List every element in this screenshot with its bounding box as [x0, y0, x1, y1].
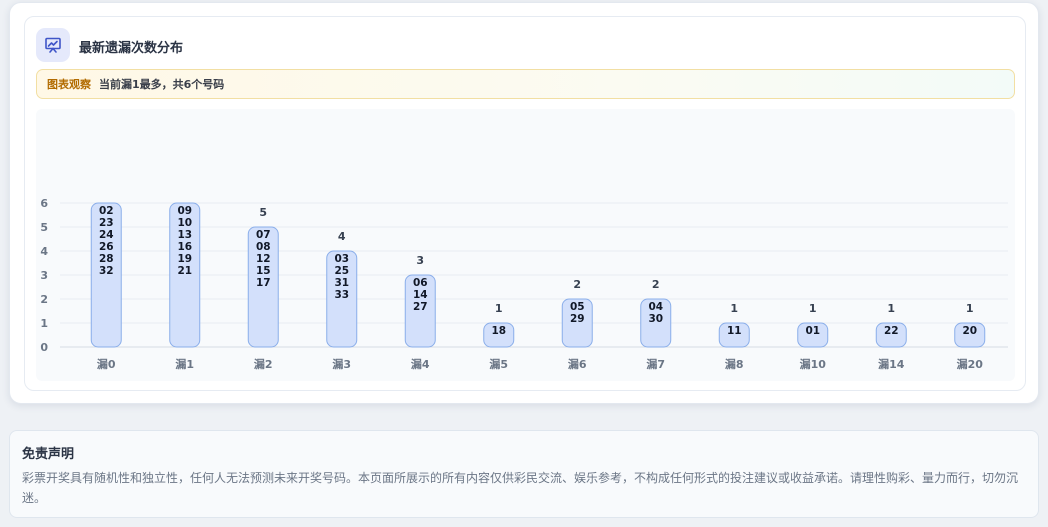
y-tick-label: 0 — [40, 341, 48, 354]
x-tick-label: 漏5 — [489, 357, 508, 371]
disclaimer-panel: 免责声明 彩票开奖具有随机性和独立性，任何人无法预测未来开奖号码。本页面所展示的… — [9, 430, 1039, 518]
x-tick-label: 漏3 — [332, 357, 351, 371]
bar-number-label: 17 — [256, 277, 271, 289]
y-tick-label: 3 — [40, 269, 48, 282]
x-tick-label: 漏7 — [646, 357, 665, 371]
bar-number-label: 30 — [648, 313, 663, 325]
bar-number-label: 20 — [962, 325, 977, 337]
bar-number-label: 19 — [177, 253, 192, 265]
bar-number-label: 08 — [256, 241, 271, 253]
chart-presentation-icon — [36, 28, 70, 62]
bar-number-label: 28 — [99, 253, 114, 265]
bar-number-label: 24 — [99, 229, 114, 241]
bar-number-label: 03 — [334, 253, 349, 265]
y-tick-label: 6 — [40, 197, 48, 210]
value-label: 1 — [495, 302, 503, 315]
bar-number-label: 02 — [99, 205, 114, 217]
bar-number-label: 14 — [413, 289, 428, 301]
bar-number-label: 05 — [570, 301, 585, 313]
value-label: 2 — [652, 278, 660, 291]
bar-number-label: 31 — [334, 277, 349, 289]
bar-number-label: 22 — [884, 325, 899, 337]
disclaimer-title: 免责声明 — [22, 447, 75, 462]
value-label: 1 — [966, 302, 974, 315]
bar-number-label: 06 — [413, 277, 428, 289]
y-tick-label: 2 — [40, 293, 48, 306]
bar-number-label: 18 — [491, 325, 506, 337]
bar-number-label: 21 — [177, 265, 192, 277]
bar-number-label: 04 — [648, 301, 663, 313]
x-tick-label: 漏4 — [411, 357, 430, 371]
observation-tag: 图表观察 — [47, 78, 91, 91]
bar-number-label: 01 — [805, 325, 820, 337]
bar-number-label: 10 — [177, 217, 192, 229]
bar-number-label: 13 — [177, 229, 192, 241]
x-tick-label: 漏20 — [957, 357, 984, 371]
x-tick-label: 漏10 — [800, 357, 827, 371]
x-tick-label: 漏6 — [568, 357, 587, 371]
x-tick-label: 漏14 — [878, 357, 905, 371]
value-label: 4 — [338, 230, 346, 243]
bar-number-label: 11 — [727, 325, 742, 337]
value-label: 1 — [730, 302, 738, 315]
bar-number-label: 26 — [99, 241, 114, 253]
disclaimer-text: 彩票开奖具有随机性和独立性，任何人无法预测未来开奖号码。本页面所展示的所有内容仅… — [22, 471, 1019, 505]
bar-number-label: 25 — [334, 265, 349, 277]
y-tick-label: 1 — [40, 317, 48, 330]
x-tick-label: 漏0 — [97, 357, 116, 371]
value-label: 2 — [573, 278, 581, 291]
y-tick-label: 5 — [40, 221, 48, 234]
observation-text: 当前漏1最多，共6个号码 — [99, 78, 225, 91]
bar-number-label: 29 — [570, 313, 585, 325]
observation-banner: 图表观察 当前漏1最多，共6个号码 — [36, 69, 1015, 99]
bar-number-label: 23 — [99, 217, 114, 229]
chart-title: 最新遗漏次数分布 — [79, 41, 184, 56]
bar-number-label: 15 — [256, 265, 271, 277]
value-label: 3 — [416, 254, 424, 267]
bar-number-label: 27 — [413, 301, 428, 313]
bar-number-label: 07 — [256, 229, 271, 241]
chart-area: 0 1 2 3 4 5 6 02 23 24 26 28 32 漏0 09 10 13 16 19 21 漏1 07 08 1… — [36, 109, 1015, 381]
bar-number-label: 12 — [256, 253, 271, 265]
chart-panel: 最新遗漏次数分布 图表观察 当前漏1最多，共6个号码 0 1 2 3 4 5 6 02 23 24… — [24, 16, 1026, 391]
bar-number-label: 09 — [177, 205, 192, 217]
x-tick-label: 漏2 — [254, 357, 273, 371]
y-tick-label: 4 — [40, 245, 48, 258]
distribution-card: 最新遗漏次数分布 图表观察 当前漏1最多，共6个号码 0 1 2 3 4 5 6 02 23 24… — [9, 2, 1039, 404]
bar-number-label: 16 — [177, 241, 192, 253]
value-label: 1 — [887, 302, 895, 315]
value-label: 5 — [259, 206, 267, 219]
x-tick-label: 漏8 — [725, 357, 744, 371]
value-label: 1 — [809, 302, 817, 315]
bar-number-label: 33 — [334, 289, 349, 301]
bar-chart: 0123456022324262832漏0091013161921漏107081… — [40, 197, 1008, 371]
x-tick-label: 漏1 — [175, 357, 194, 371]
bar-number-label: 32 — [99, 265, 114, 277]
